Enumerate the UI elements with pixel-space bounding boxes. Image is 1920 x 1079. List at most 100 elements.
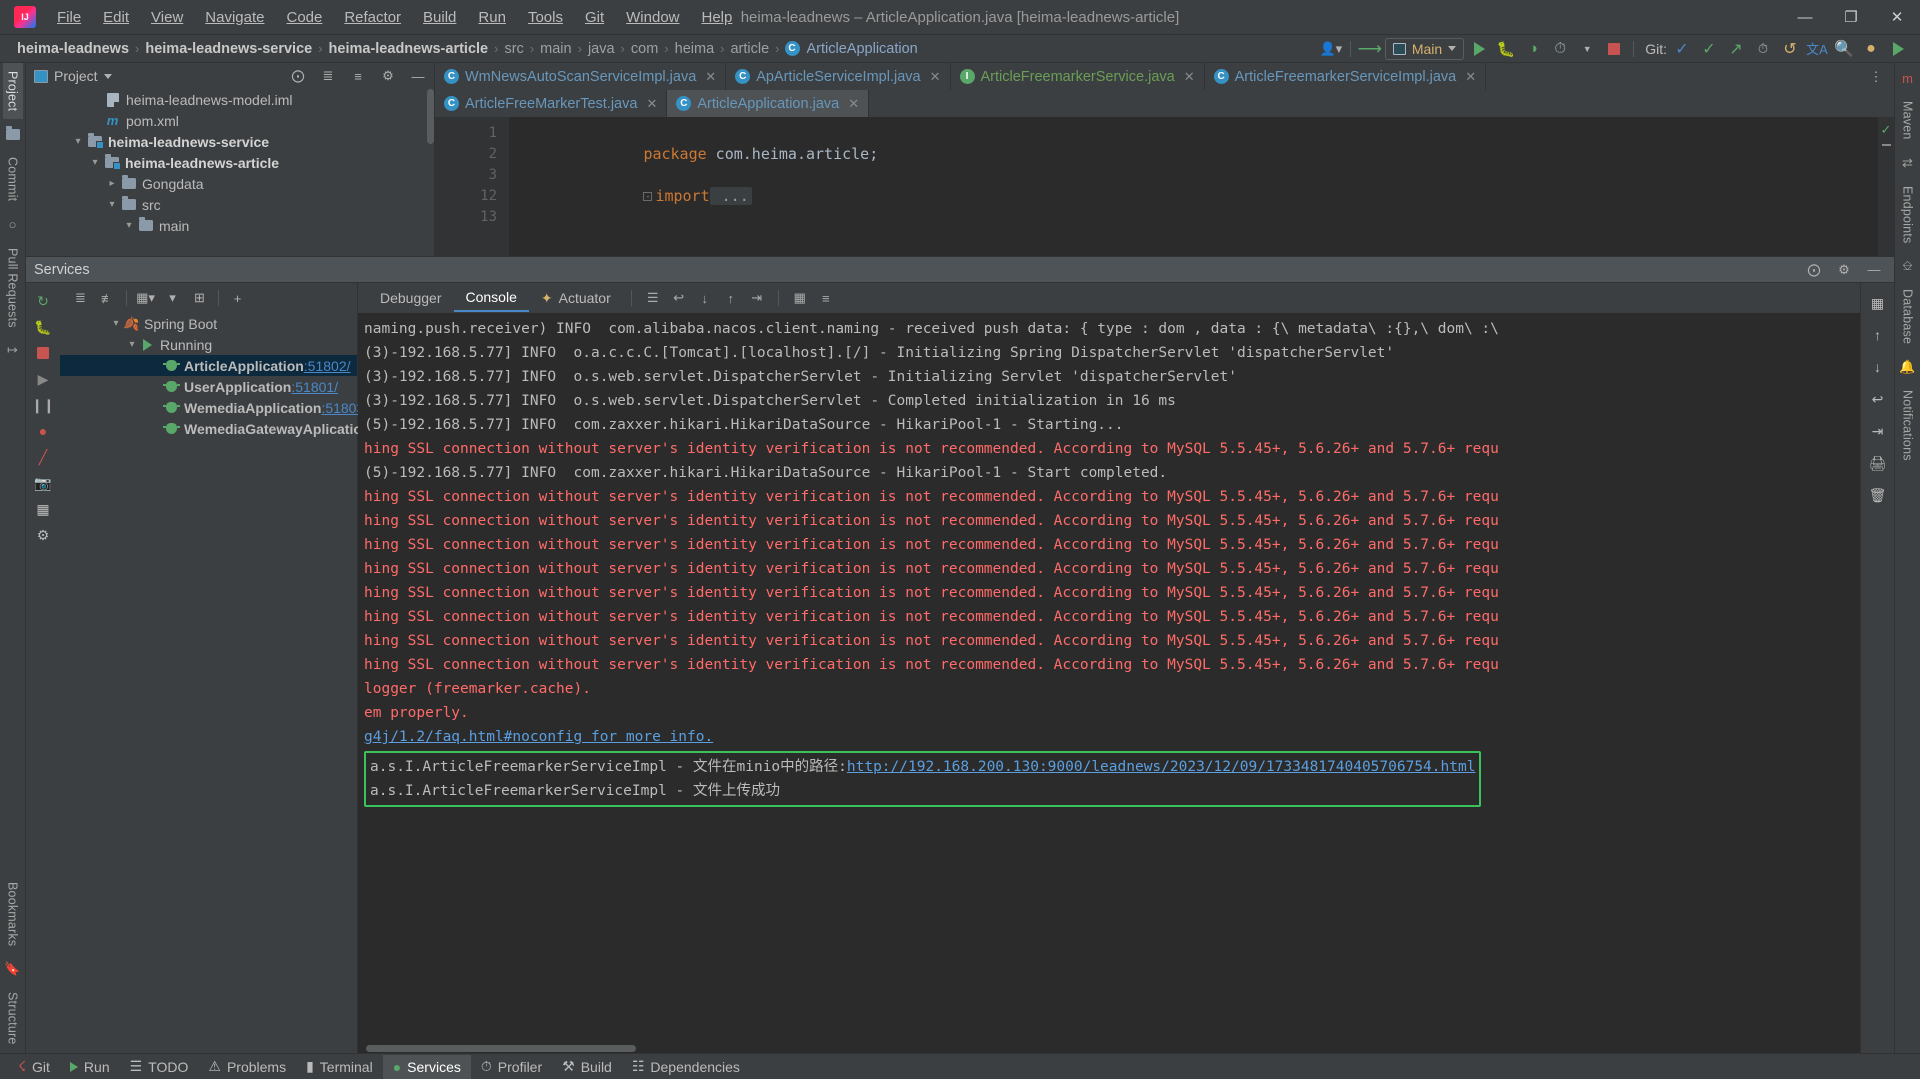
- chevron-down-icon[interactable]: ▾: [104, 199, 120, 210]
- filter-icon[interactable]: ▾: [160, 287, 185, 309]
- add-icon[interactable]: +: [225, 287, 250, 309]
- layout-settings-icon[interactable]: ▦: [1866, 291, 1890, 315]
- menu-view[interactable]: View: [140, 5, 194, 30]
- bookmark-icon[interactable]: 🔖: [3, 959, 23, 979]
- tree-row[interactable]: ▾ heima-leadnews-article: [26, 152, 434, 173]
- menu-run[interactable]: Run: [467, 5, 517, 30]
- menu-window[interactable]: Window: [615, 5, 690, 30]
- chevron-down-icon[interactable]: ▾: [87, 157, 103, 168]
- stop-icon[interactable]: [31, 341, 55, 365]
- console-link-line[interactable]: g4j/1.2/faq.html#noconfig for more info.: [364, 725, 1860, 749]
- close-icon[interactable]: ✕: [705, 69, 716, 85]
- breadcrumb-service[interactable]: heima-leadnews-service: [142, 40, 315, 58]
- editor-tab-articlefreemarkerservice[interactable]: I ArticleFreemarkerService.java ✕: [951, 63, 1205, 90]
- undo-icon[interactable]: ↺: [1778, 38, 1802, 60]
- locate-file-icon[interactable]: ⨀: [286, 65, 310, 87]
- tab-console[interactable]: Console: [454, 284, 529, 312]
- chevron-down-icon[interactable]: [104, 74, 112, 79]
- camera-icon[interactable]: 📷: [31, 471, 55, 495]
- menu-build[interactable]: Build: [412, 5, 467, 30]
- bottom-tab-run[interactable]: Run: [60, 1055, 120, 1079]
- plugins-icon[interactable]: ●: [1859, 38, 1883, 60]
- scroll-to-end-icon[interactable]: ⇥: [744, 286, 770, 310]
- git-commit-icon[interactable]: ✓: [1697, 38, 1721, 60]
- menu-git[interactable]: Git: [574, 5, 615, 30]
- expand-all-icon[interactable]: ≣: [68, 287, 93, 309]
- search-icon[interactable]: 🔍: [1832, 38, 1856, 60]
- tree-row[interactable]: heima-leadnews-model.iml: [26, 89, 434, 110]
- services-tree-row-articleapplication[interactable]: ArticleApplication :51802/: [60, 355, 357, 376]
- bottom-tab-build[interactable]: ⚒ Build: [552, 1055, 622, 1079]
- editor-tab-aparticleserviceimpl[interactable]: C ApArticleServiceImpl.java ✕: [726, 63, 950, 90]
- folder-icon[interactable]: [3, 124, 23, 144]
- editor-tab-articlefreemarkerserviceimpl[interactable]: C ArticleFreemarkerServiceImpl.java ✕: [1205, 63, 1487, 90]
- stop-icon[interactable]: [1602, 38, 1626, 60]
- menu-file[interactable]: File: [46, 5, 92, 30]
- tree-row[interactable]: ▸ Gongdata: [26, 173, 434, 194]
- menu-edit[interactable]: Edit: [92, 5, 140, 30]
- rerun-icon[interactable]: ↻: [31, 289, 55, 313]
- close-icon[interactable]: ✕: [1465, 69, 1476, 85]
- git-push-icon[interactable]: ↗: [1724, 38, 1748, 60]
- chevron-down-icon[interactable]: ▾: [124, 339, 140, 350]
- menu-refactor[interactable]: Refactor: [333, 5, 412, 30]
- breadcrumb-java[interactable]: java: [585, 40, 618, 58]
- menu-navigate[interactable]: Navigate: [194, 5, 275, 30]
- services-tree[interactable]: ▾ 🍂 Spring Boot ▾ Running ArticleApplica…: [60, 313, 357, 439]
- services-tree-row-wemediagatewayaplication[interactable]: WemediaGatewayAplication :5: [60, 418, 357, 439]
- sidebar-tab-endpoints[interactable]: Endpoints: [1898, 178, 1918, 251]
- editor-tab-articleapplication[interactable]: C ArticleApplication.java ✕: [667, 90, 869, 117]
- minimize-button[interactable]: —: [1782, 0, 1828, 34]
- minimize-panel-icon[interactable]: —: [1862, 259, 1886, 281]
- breadcrumb-project[interactable]: heima-leadnews: [14, 40, 132, 58]
- breadcrumb-article[interactable]: heima-leadnews-article: [326, 40, 492, 58]
- endpoints-icon[interactable]: ⇄: [1898, 153, 1918, 173]
- mute-breakpoints-icon[interactable]: ●: [31, 419, 55, 443]
- git-history-icon[interactable]: ⏱: [1751, 38, 1775, 60]
- trash-icon[interactable]: 🗑: [1866, 483, 1890, 507]
- profile-icon[interactable]: 👤▾: [1319, 38, 1343, 60]
- sidebar-tab-database[interactable]: Database: [1898, 281, 1918, 352]
- resume-icon[interactable]: ▶: [31, 367, 55, 391]
- bottom-tab-todo[interactable]: ☰ TODO: [120, 1055, 199, 1079]
- more-tabs-icon[interactable]: ⋮: [1864, 66, 1888, 88]
- translate-icon[interactable]: 文A: [1805, 38, 1829, 60]
- editor-tab-articlefreemarkertest[interactable]: C ArticleFreeMarkerTest.java ✕: [435, 90, 667, 117]
- scroll-down-icon[interactable]: ↓: [692, 286, 718, 310]
- group-by-icon[interactable]: ▦▾: [133, 287, 158, 309]
- tab-actuator[interactable]: ✦ Actuator: [529, 284, 623, 312]
- breadcrumb-current-class[interactable]: ArticleApplication: [804, 40, 921, 58]
- sidebar-tab-commit[interactable]: Commit: [3, 149, 23, 209]
- maven-icon[interactable]: m: [1898, 68, 1918, 88]
- services-tree-row-spring-boot[interactable]: ▾ 🍂 Spring Boot: [60, 313, 357, 334]
- scroll-to-end-icon[interactable]: ⇥: [1866, 419, 1890, 443]
- breadcrumb-com[interactable]: com: [628, 40, 661, 58]
- database-icon[interactable]: ⎒: [1898, 256, 1918, 276]
- minio-file-url[interactable]: http://192.168.200.130:9000/leadnews/202…: [847, 759, 1476, 775]
- breadcrumb-article-pkg[interactable]: article: [727, 40, 772, 58]
- menu-icon[interactable]: ☰: [640, 286, 666, 310]
- update-arrow-icon[interactable]: ⟶: [1358, 38, 1382, 60]
- tree-row[interactable]: ▾ src: [26, 194, 434, 215]
- collapse-all-icon[interactable]: ≢: [95, 287, 120, 309]
- print-icon[interactable]: 🖨: [1866, 451, 1890, 475]
- console-output[interactable]: naming.push.receiver) INFO com.alibaba.n…: [358, 313, 1860, 1053]
- bottom-tab-services[interactable]: ● Services: [383, 1055, 471, 1079]
- chevron-down-icon[interactable]: ▾: [121, 220, 137, 231]
- tree-row[interactable]: m pom.xml: [26, 110, 434, 131]
- run-configuration-selector[interactable]: Main: [1385, 38, 1464, 60]
- code-editor[interactable]: package com.heima.article; -import ...: [509, 117, 1878, 256]
- run-with-coverage-icon[interactable]: ◑: [1521, 38, 1545, 60]
- sidebar-tab-project[interactable]: Project: [3, 63, 23, 119]
- folded-imports[interactable]: ...: [710, 187, 752, 205]
- services-node-port[interactable]: :51801/: [291, 379, 338, 395]
- breakpoints-icon[interactable]: ╱: [31, 445, 55, 469]
- close-icon[interactable]: ✕: [1184, 69, 1195, 85]
- sidebar-tab-notifications[interactable]: Notifications: [1898, 382, 1918, 469]
- chevron-down-icon[interactable]: ▾: [108, 318, 124, 329]
- tree-row[interactable]: ▾ main: [26, 215, 434, 236]
- project-tree-scrollbar[interactable]: [427, 89, 434, 144]
- project-tree[interactable]: heima-leadnews-model.iml m pom.xml ▾ hei…: [26, 89, 434, 256]
- sidebar-tab-pull-requests[interactable]: Pull Requests: [3, 240, 23, 336]
- pause-icon[interactable]: ❙❙: [31, 393, 55, 417]
